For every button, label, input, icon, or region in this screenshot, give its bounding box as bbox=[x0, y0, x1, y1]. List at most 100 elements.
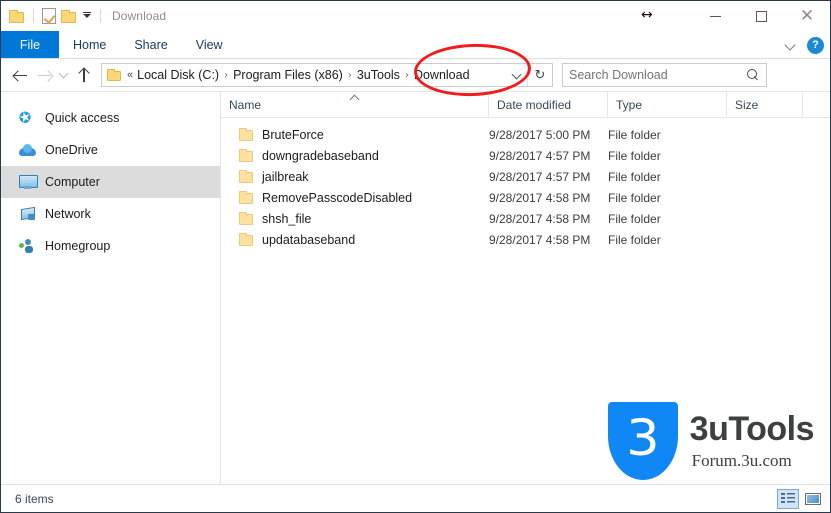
breadcrumb-overflow[interactable]: « bbox=[127, 69, 133, 81]
watermark-text: 3uTools Forum.3u.com bbox=[690, 412, 815, 471]
sidebar-item-homegroup[interactable]: Homegroup bbox=[1, 230, 220, 262]
large-icons-view-icon[interactable] bbox=[802, 489, 824, 509]
homegroup-icon bbox=[19, 239, 36, 253]
file-name-cell: updatabaseband bbox=[221, 233, 489, 247]
network-icon bbox=[19, 207, 36, 221]
sidebar-item-computer[interactable]: Computer bbox=[1, 166, 220, 198]
navigation-pane: ✪ Quick access OneDrive Computer Network… bbox=[1, 92, 221, 484]
title-bar: Download ↔ ✕ bbox=[1, 1, 830, 31]
up-button[interactable] bbox=[72, 63, 96, 87]
search-input[interactable] bbox=[569, 68, 747, 82]
column-header-size[interactable]: Size bbox=[727, 91, 803, 118]
3utools-logo-icon: 3 bbox=[607, 402, 678, 480]
file-name-cell: downgradebaseband bbox=[221, 149, 489, 163]
details-view-icon[interactable] bbox=[777, 489, 799, 509]
table-row[interactable]: updatabaseband 9/28/2017 4:58 PM File fo… bbox=[221, 229, 830, 250]
minimize-button[interactable] bbox=[692, 1, 738, 31]
file-rows: BruteForce 9/28/2017 5:00 PM File folder… bbox=[221, 118, 830, 250]
breadcrumb-item-3utools[interactable]: 3uTools bbox=[357, 68, 400, 82]
maximize-button[interactable] bbox=[738, 1, 784, 31]
explorer-body: ✪ Quick access OneDrive Computer Network… bbox=[1, 91, 830, 484]
sidebar-item-label: OneDrive bbox=[45, 143, 98, 157]
sidebar-item-onedrive[interactable]: OneDrive bbox=[1, 134, 220, 166]
star-icon: ✪ bbox=[16, 107, 34, 128]
window-title: Download bbox=[112, 9, 167, 23]
column-header-date-modified[interactable]: Date modified bbox=[489, 91, 608, 118]
file-date-cell: 9/28/2017 4:57 PM bbox=[489, 169, 591, 184]
refresh-button[interactable]: ↻ bbox=[530, 67, 550, 83]
file-name-cell: shsh_file bbox=[221, 212, 489, 226]
address-bar[interactable]: « Local Disk (C:) › Program Files (x86) … bbox=[101, 63, 553, 87]
new-folder-icon[interactable] bbox=[61, 9, 77, 23]
watermark: 3 3uTools Forum.3u.com bbox=[607, 402, 815, 480]
window-controls: ✕ bbox=[692, 1, 830, 31]
file-type-cell: File folder bbox=[608, 211, 661, 226]
breadcrumb-item-local-disk[interactable]: Local Disk (C:) bbox=[137, 68, 219, 82]
watermark-subtitle: Forum.3u.com bbox=[691, 450, 792, 470]
tab-share[interactable]: Share bbox=[120, 31, 181, 58]
address-folder-icon bbox=[107, 69, 122, 81]
sidebar-item-label: Homegroup bbox=[45, 239, 111, 253]
folder-icon bbox=[239, 149, 254, 162]
file-name: downgradebaseband bbox=[262, 148, 379, 163]
file-name: shsh_file bbox=[262, 211, 312, 226]
file-date-cell: 9/28/2017 4:57 PM bbox=[489, 148, 591, 163]
ribbon-right-controls: ? bbox=[785, 31, 824, 59]
help-button[interactable]: ? bbox=[807, 36, 824, 54]
file-type-cell: File folder bbox=[608, 127, 661, 142]
folder-icon bbox=[239, 170, 254, 183]
table-row[interactable]: jailbreak 9/28/2017 4:57 PM File folder bbox=[221, 166, 830, 187]
search-icon[interactable] bbox=[747, 68, 760, 82]
close-button[interactable]: ✕ bbox=[784, 1, 830, 31]
breadcrumb-separator-3[interactable]: › bbox=[405, 70, 409, 81]
sort-ascending-icon bbox=[351, 94, 361, 100]
folder-icon bbox=[239, 191, 254, 204]
file-list-pane: Name Date modified Type Size BruteForce … bbox=[221, 91, 830, 484]
address-dropdown-icon[interactable] bbox=[509, 67, 525, 83]
view-mode-toggles bbox=[777, 489, 824, 509]
search-box[interactable] bbox=[562, 63, 767, 87]
file-date-cell: 9/28/2017 4:58 PM bbox=[489, 211, 591, 226]
column-label: Size bbox=[735, 97, 759, 112]
back-button[interactable] bbox=[8, 63, 32, 87]
status-bar: 6 items bbox=[1, 484, 830, 512]
file-explorer-window: Download ↔ ✕ File Home Share View ? « Lo… bbox=[0, 0, 831, 513]
customize-dropdown-icon[interactable] bbox=[83, 11, 92, 21]
sidebar-item-quick-access[interactable]: ✪ Quick access bbox=[1, 102, 220, 134]
file-name-cell: jailbreak bbox=[221, 170, 489, 184]
folder-icon bbox=[239, 212, 254, 225]
properties-icon[interactable] bbox=[42, 8, 56, 24]
quick-access-toolbar bbox=[1, 8, 104, 24]
tab-file[interactable]: File bbox=[1, 31, 59, 58]
resize-cursor: ↔ bbox=[641, 7, 653, 23]
file-name-cell: RemovePasscodeDisabled bbox=[221, 191, 489, 205]
column-header-type[interactable]: Type bbox=[608, 91, 727, 118]
column-header-name[interactable]: Name bbox=[221, 91, 489, 118]
tab-home[interactable]: Home bbox=[59, 31, 120, 58]
file-type-cell: File folder bbox=[608, 232, 661, 247]
sidebar-item-label: Network bbox=[45, 207, 91, 221]
sidebar-item-network[interactable]: Network bbox=[1, 198, 220, 230]
column-label: Name bbox=[229, 97, 262, 112]
table-row[interactable]: shsh_file 9/28/2017 4:58 PM File folder bbox=[221, 208, 830, 229]
column-label: Date modified bbox=[497, 97, 572, 112]
table-row[interactable]: downgradebaseband 9/28/2017 4:57 PM File… bbox=[221, 145, 830, 166]
file-name: jailbreak bbox=[262, 169, 309, 184]
ribbon-tab-bar: File Home Share View ? bbox=[1, 31, 830, 59]
sidebar-item-label: Computer bbox=[45, 175, 100, 189]
breadcrumb-separator-1[interactable]: › bbox=[224, 70, 228, 81]
breadcrumb-item-download[interactable]: Download bbox=[414, 68, 470, 82]
recent-locations-button[interactable] bbox=[56, 63, 72, 87]
breadcrumb-separator-2[interactable]: › bbox=[348, 70, 352, 81]
table-row[interactable]: BruteForce 9/28/2017 5:00 PM File folder bbox=[221, 124, 830, 145]
monitor-icon bbox=[19, 175, 38, 189]
file-date-cell: 9/28/2017 4:58 PM bbox=[489, 232, 591, 247]
forward-button[interactable] bbox=[32, 63, 56, 87]
chevron-down-icon[interactable] bbox=[785, 39, 797, 51]
tab-view[interactable]: View bbox=[182, 31, 237, 58]
file-name: updatabaseband bbox=[262, 232, 356, 247]
file-type-cell: File folder bbox=[608, 190, 661, 205]
folder-icon[interactable] bbox=[9, 9, 25, 23]
table-row[interactable]: RemovePasscodeDisabled 9/28/2017 4:58 PM… bbox=[221, 187, 830, 208]
breadcrumb-item-program-files[interactable]: Program Files (x86) bbox=[233, 68, 343, 82]
